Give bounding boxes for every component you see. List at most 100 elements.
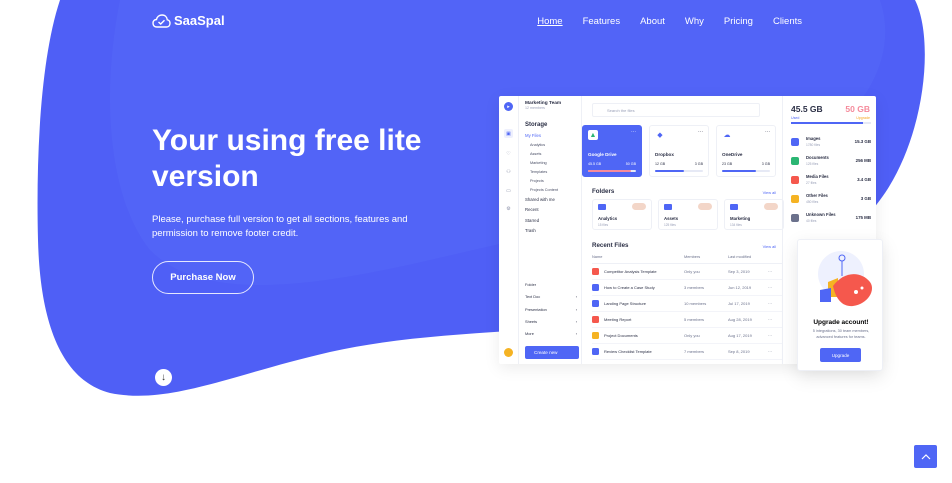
- brand-logo[interactable]: SaaSpal: [152, 13, 225, 28]
- storage-category: Images 1780 files 15.3 GB: [791, 133, 871, 152]
- upgrade-button: Upgrade: [820, 348, 861, 362]
- create-new-button: Create new: [525, 346, 579, 359]
- arrow-down-icon: ↓: [161, 372, 166, 383]
- folder-card: Analytics 15 files: [592, 199, 652, 230]
- sidebar-sub-item: Assets: [530, 152, 542, 157]
- more-icon: ···: [765, 129, 770, 135]
- more-icon: ···: [768, 317, 772, 322]
- sidebar-item-recent: Recent: [525, 207, 539, 213]
- unknown-file-icon: [791, 214, 799, 222]
- file-members: Only you: [684, 269, 700, 274]
- new-menu-item: Presentation ›: [525, 307, 577, 312]
- card-name: OneDrive: [722, 152, 743, 157]
- file-name-cell: How to Create a Case Study: [592, 284, 684, 291]
- view-all-link: View all: [762, 190, 776, 195]
- card-size: 45.5 GB: [588, 162, 602, 166]
- user-icon: ⚇: [506, 168, 511, 175]
- folder-name: Marketing: [730, 216, 751, 221]
- storage-heading: Storage: [525, 122, 548, 128]
- cloud-card: ◆ ··· Dropbox 12 GB 3 GB: [649, 125, 709, 177]
- card-progress: [588, 170, 636, 172]
- image-icon: [791, 138, 799, 146]
- table-row: Landing Page Structure 10 members Jul 17, …: [592, 296, 782, 312]
- brand-name: SaaSpal: [174, 13, 225, 28]
- nav-link-features[interactable]: Features: [583, 16, 621, 27]
- nav-link-about[interactable]: About: [640, 16, 665, 27]
- folder-card: Assets 125 files: [658, 199, 718, 230]
- category-size: 175 MB: [855, 215, 871, 220]
- col-modified: Last modified: [728, 254, 752, 259]
- more-icon: ···: [768, 333, 772, 338]
- sidebar-item-shared: Shared with me: [525, 197, 555, 203]
- file-icon: [592, 284, 599, 291]
- category-name: Media Files: [806, 174, 829, 179]
- table-row: Review Checklist Template 7 members Sep 8,…: [592, 344, 782, 360]
- folders-heading: Folders: [592, 188, 615, 195]
- storage-category: Media Files 27 files 3.4 GB: [791, 171, 871, 190]
- card-size: 12 GB: [655, 162, 666, 166]
- nav-link-why[interactable]: Why: [685, 16, 704, 27]
- cloud-check-icon: [152, 13, 171, 28]
- view-all-link: View all: [762, 244, 776, 249]
- file-members: 7 members: [684, 349, 705, 354]
- new-menu-item: Sheets ›: [525, 319, 577, 324]
- card-capacity: 3 GB: [761, 162, 770, 166]
- upgrade-label: Upgrade: [856, 116, 870, 120]
- folder-name: Analytics: [598, 216, 618, 221]
- file-icon: [592, 348, 599, 355]
- nav-link-home[interactable]: Home: [537, 16, 562, 27]
- file-name: Landing Page Structure: [604, 301, 647, 306]
- avatar-group: [698, 203, 712, 210]
- purchase-now-button[interactable]: Purchase Now: [152, 261, 254, 294]
- doc-icon: ▭: [506, 187, 511, 194]
- col-members: Members: [684, 254, 701, 259]
- folder-list: Analytics 15 files Assets 125 files Marketin…: [592, 199, 790, 230]
- table-row: How to Create a Case Study 3 members Jun 1…: [592, 280, 782, 296]
- category-name: Images: [806, 136, 821, 141]
- category-name: Unknown Files: [806, 212, 836, 217]
- category-name: Other Files: [806, 193, 828, 198]
- cloud-card: ☁ ··· OneDrive 23 GB 3 GB: [716, 125, 776, 177]
- nav-menu: Home Features About Why Pricing Clients: [517, 16, 802, 27]
- card-capacity: 3 GB: [694, 162, 703, 166]
- new-menu-label: Text Doc: [525, 294, 541, 300]
- nav-link-clients[interactable]: Clients: [773, 16, 802, 27]
- avatar: [504, 348, 513, 357]
- new-menu: Folder Text Doc › Presentation › Sheets › M…: [525, 282, 577, 343]
- category-size: 3.4 GB: [857, 177, 871, 182]
- sidebar-sub-item: Templates: [530, 170, 548, 175]
- nav-link-pricing[interactable]: Pricing: [724, 16, 753, 27]
- file-date: Jul 17, 2019: [728, 301, 750, 306]
- file-name: How to Create a Case Study: [604, 285, 655, 290]
- files-main: Search the files ▲ ··· Google Drive 45.5 GB…: [582, 96, 784, 364]
- file-icon: [592, 300, 599, 307]
- storage-category: Other Files 450 files 3 GB: [791, 190, 871, 209]
- more-icon: ···: [768, 301, 772, 306]
- sidebar-sub-item: Projects Content: [530, 188, 559, 193]
- more-icon: ···: [631, 129, 636, 135]
- file-date: Aug 28, 2019: [728, 317, 752, 322]
- file-name-cell: Review Checklist Template: [592, 348, 684, 355]
- file-name-cell: Meeting Report: [592, 316, 684, 323]
- top-nav: SaaSpal Home Features About Why Pricing …: [152, 13, 802, 33]
- search-input: Search the files: [592, 103, 760, 117]
- file-name-cell: Project Documents: [592, 332, 684, 339]
- sidebar-sub-item: Marketing: [530, 161, 547, 166]
- upgrade-description: 5 integrations, 30 team members, advance…: [812, 329, 870, 339]
- storage-category: Documents 125 files 256 MB: [791, 152, 871, 171]
- file-date: Aug 17, 2019: [728, 333, 752, 338]
- file-name: Competitor Analysis Template: [604, 269, 657, 274]
- folder-count: 134 files: [730, 223, 742, 227]
- storage-category: Unknown Files 40 files 175 MB: [791, 209, 871, 228]
- media-icon: [791, 176, 799, 184]
- card-progress: [655, 170, 703, 172]
- folder-count: 125 files: [664, 223, 676, 227]
- icon-rail: ▸ ▣ ♡ ⚇ ▭ ⚙: [499, 96, 519, 364]
- back-to-top-button[interactable]: [914, 445, 937, 468]
- chevron-right-icon: ›: [575, 306, 577, 312]
- category-count: 40 files: [806, 219, 817, 223]
- hero-title: Your using free lite version: [152, 124, 422, 193]
- file-name: Project Documents: [604, 333, 638, 338]
- scroll-down-button[interactable]: ↓: [155, 369, 172, 386]
- col-name: Name: [592, 254, 603, 259]
